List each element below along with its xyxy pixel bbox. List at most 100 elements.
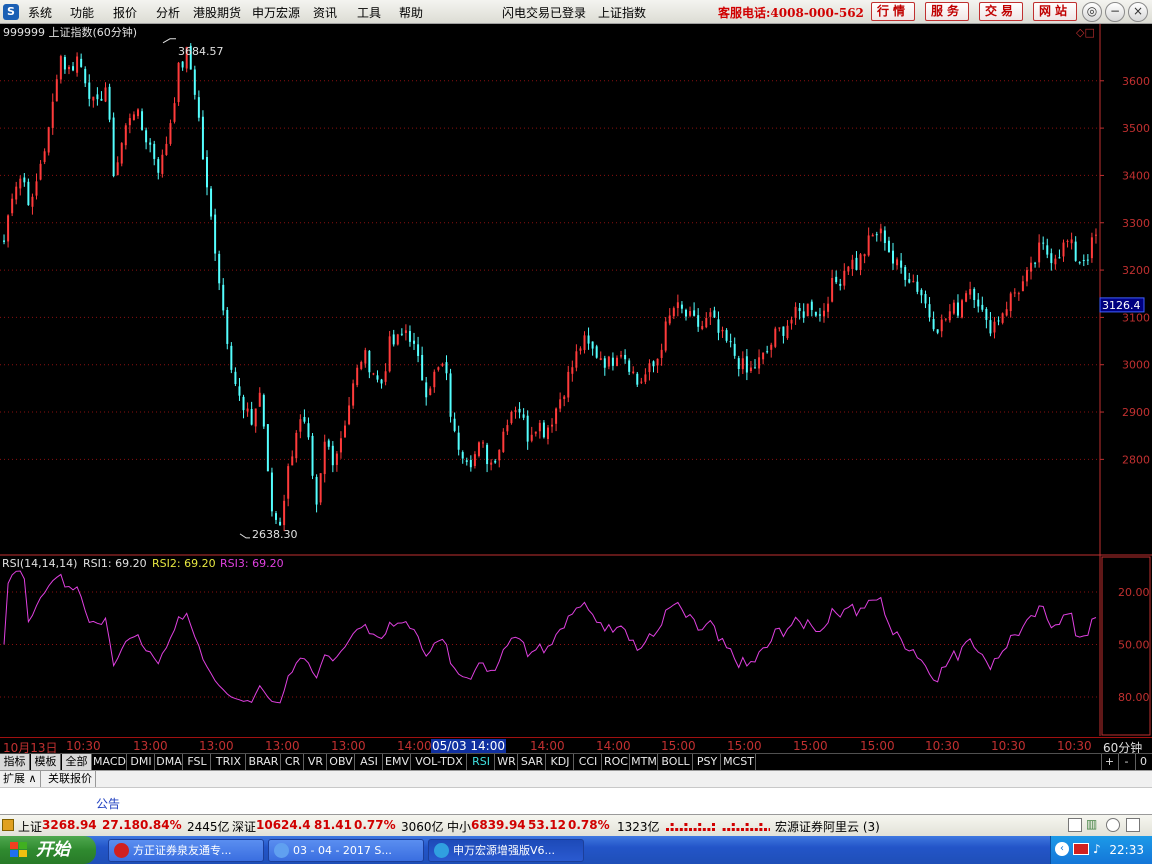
candle-body <box>1094 234 1097 236</box>
quote-button[interactable]: 行情 <box>871 2 915 21</box>
menu-news[interactable]: 资讯 <box>313 4 337 21</box>
menu-system[interactable]: 系统 <box>28 4 52 21</box>
candle-body <box>230 345 233 370</box>
indicator-tab-psy[interactable]: PSY <box>694 754 721 770</box>
website-button[interactable]: 网站 <box>1033 2 1077 21</box>
trade-button[interactable]: 交易 <box>979 2 1023 21</box>
rsi1-value: RSI1: 69.20 <box>83 557 147 570</box>
candle-body <box>916 281 919 292</box>
expand-tab[interactable]: 扩展 ∧ <box>0 771 41 787</box>
status-help-icon[interactable] <box>1106 818 1120 832</box>
time-tick-label: 10:30 <box>991 739 1026 753</box>
rsi-line <box>3 570 1097 704</box>
status-lock-icon[interactable] <box>2 819 14 831</box>
minimize-icon[interactable]: − <box>1105 2 1125 22</box>
menu-analysis[interactable]: 分析 <box>156 4 180 21</box>
sh-name: 上证 <box>18 820 43 834</box>
indicator-tab-boll[interactable]: BOLL <box>659 754 693 770</box>
candle-body <box>680 304 683 309</box>
rsi3-value: RSI3: 69.20 <box>220 557 284 570</box>
volume-icon[interactable]: ♪ <box>1093 842 1101 856</box>
candle-body <box>27 181 30 206</box>
candle-body <box>35 181 38 196</box>
candle-body <box>892 250 895 264</box>
candle-body <box>827 303 830 312</box>
menu-tools[interactable]: 工具 <box>357 4 381 21</box>
indicator-tab-cr[interactable]: CR <box>282 754 304 770</box>
candle-body <box>956 302 959 316</box>
candle-body <box>145 130 148 143</box>
menu-help[interactable]: 帮助 <box>399 4 423 21</box>
tray-app-icon[interactable] <box>1073 843 1089 855</box>
indicator-tab-asi[interactable]: ASI <box>356 754 383 770</box>
indicator-tab-rsi[interactable]: RSI <box>468 754 495 770</box>
candle-body <box>388 336 391 372</box>
candle-body <box>940 319 943 332</box>
indicator-tab-sar[interactable]: SAR <box>519 754 546 770</box>
indicator-tab-fsl[interactable]: FSL <box>184 754 211 770</box>
tray-expand-icon[interactable]: ‹ <box>1055 842 1069 856</box>
status-box-icon[interactable] <box>1068 818 1082 832</box>
status-close-icon[interactable] <box>1126 818 1140 832</box>
candle-body <box>782 326 785 336</box>
indicator-tab-vr[interactable]: VR <box>305 754 327 770</box>
candle-body <box>128 118 131 126</box>
candle-body <box>713 310 716 318</box>
close-icon[interactable]: × <box>1128 2 1148 22</box>
candle-body <box>879 228 882 234</box>
notice-label[interactable]: 公告 <box>96 795 120 812</box>
candle-body <box>1058 257 1061 259</box>
task-button-folder[interactable]: 03 - 04 - 2017 S... <box>268 839 424 862</box>
indicator-zero-button[interactable]: 0 <box>1135 754 1151 770</box>
candle-body <box>542 422 545 438</box>
zx-amount: 1323亿 <box>617 820 660 834</box>
candle-body <box>283 500 286 526</box>
candle-body <box>258 392 261 407</box>
indicator-group-tab[interactable]: 模板 <box>31 754 61 770</box>
start-button[interactable]: 开始 <box>0 836 96 864</box>
candle-body <box>1086 259 1089 261</box>
task-button-fangzheng[interactable]: 方正证券泉友通专... <box>108 839 264 862</box>
indicator-tab-obv[interactable]: OBV <box>328 754 355 770</box>
indicator-tab-wr[interactable]: WR <box>496 754 518 770</box>
candle-body <box>238 386 241 396</box>
indicator-group-tab[interactable]: 全部 <box>62 754 92 770</box>
menu-hk-futures[interactable]: 港股期货 <box>193 4 241 21</box>
indicator-tab-dmi[interactable]: DMI <box>128 754 155 770</box>
indicator-tab-mcst[interactable]: MCST <box>722 754 756 770</box>
indicator-tab-roc[interactable]: ROC <box>603 754 630 770</box>
chart-area[interactable]: 2800 2900 3000 3100 3200 3300 3400 3500 3600 3126… <box>0 24 1152 736</box>
service-button[interactable]: 服务 <box>925 2 969 21</box>
candle-body <box>315 476 318 505</box>
candle-body <box>1009 293 1012 312</box>
menu-quote[interactable]: 报价 <box>113 4 137 21</box>
menu-swhy[interactable]: 申万宏源 <box>252 4 300 21</box>
indicator-tab-dma[interactable]: DMA <box>156 754 183 770</box>
indicator-group-tab[interactable]: 指标 <box>0 754 30 770</box>
indicator-tab-vol-tdx[interactable]: VOL-TDX <box>412 754 467 770</box>
indicator-tab-mtm[interactable]: MTM <box>631 754 658 770</box>
candle-body <box>636 373 639 385</box>
indicator-tab-macd[interactable]: MACD <box>93 754 127 770</box>
menu-function[interactable]: 功能 <box>70 4 94 21</box>
candle-body <box>843 270 846 286</box>
candle-body <box>352 383 355 406</box>
help-circle-icon[interactable]: ◎ <box>1082 2 1102 22</box>
chart-canvas[interactable]: 2800 2900 3000 3100 3200 3300 3400 3500 3600 3126… <box>0 24 1152 736</box>
indicator-tab-trix[interactable]: TRIX <box>212 754 246 770</box>
indicator-tab-brar[interactable]: BRAR <box>247 754 281 770</box>
task-button-swhy[interactable]: 申万宏源增强版V6... <box>428 839 584 862</box>
chart-settings-icon[interactable]: ◇□ <box>1076 26 1095 39</box>
high-marker <box>162 38 176 44</box>
indicator-tab-kdj[interactable]: KDJ <box>547 754 574 770</box>
candle-body <box>47 127 50 153</box>
indicator-plus-button[interactable]: + <box>1101 754 1117 770</box>
indicator-minus-button[interactable]: - <box>1118 754 1134 770</box>
candle-body <box>55 79 58 102</box>
candle-body <box>615 357 618 366</box>
related-quote-tab[interactable]: 关联报价 <box>45 771 96 787</box>
indicator-tab-cci[interactable]: CCI <box>575 754 602 770</box>
indicator-tab-emv[interactable]: EMV <box>384 754 411 770</box>
candle-body <box>607 356 610 367</box>
candle-body <box>575 351 578 368</box>
